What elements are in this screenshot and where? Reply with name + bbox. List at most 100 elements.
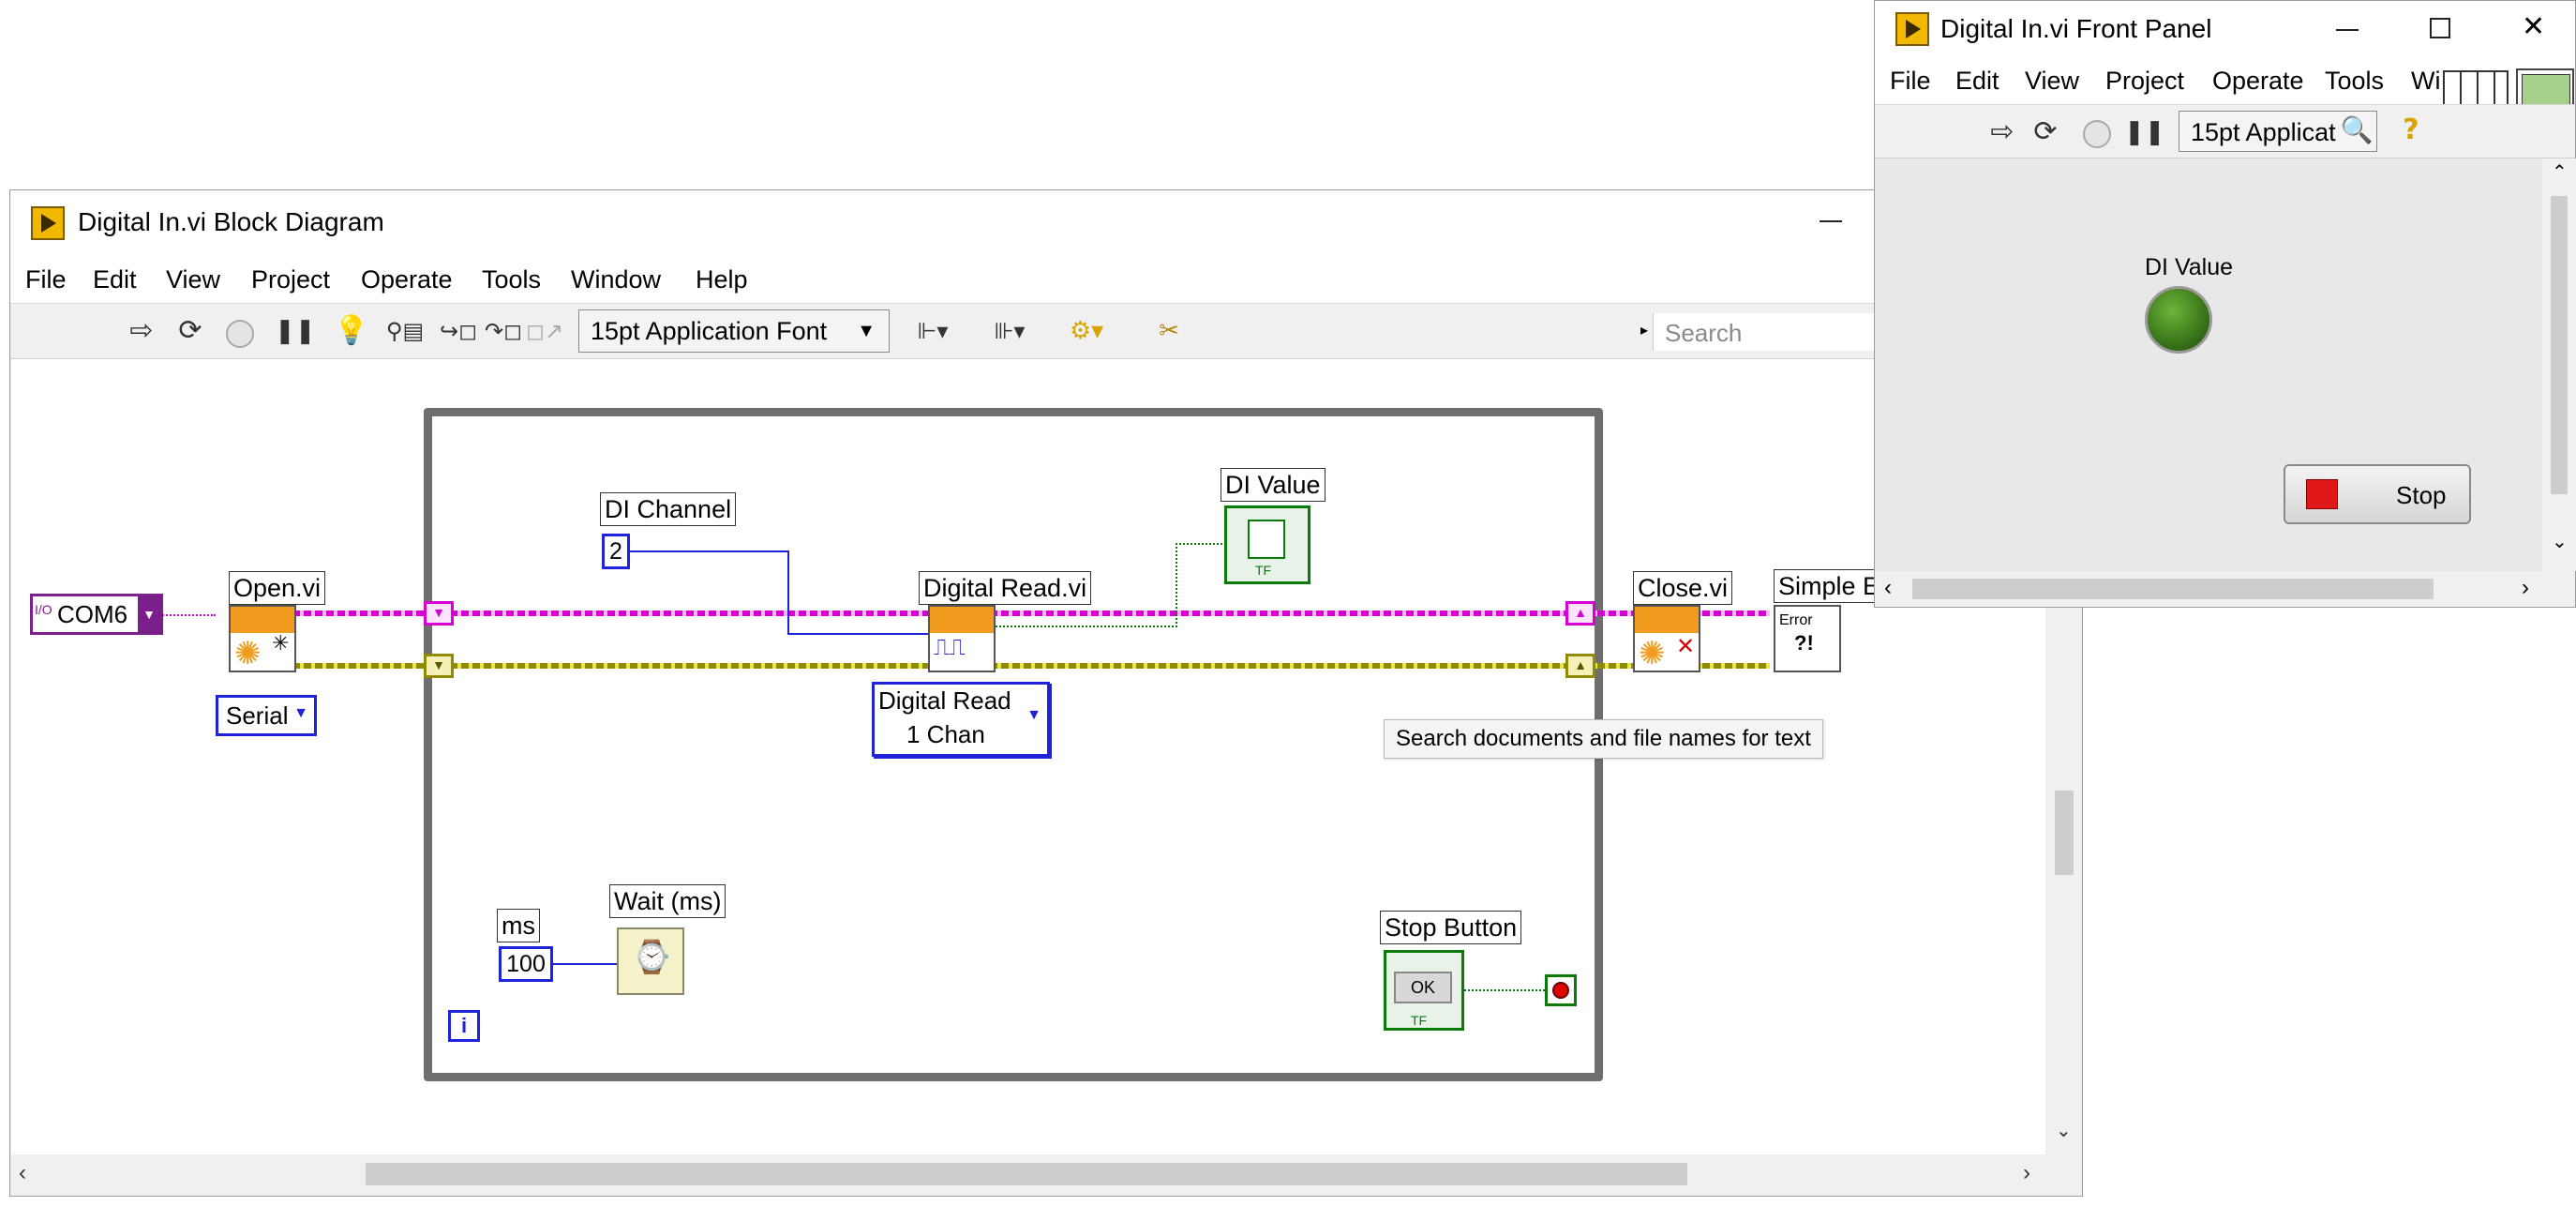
boolean-wire[interactable] <box>1176 543 1177 627</box>
block-diagram-canvas[interactable]: ▼ ▼ ▲ ▲ I/O COM6 ▼ Open.vi ✺ ✳ Serial ▼ … <box>11 359 2045 1154</box>
minimize-icon[interactable] <box>2336 29 2359 31</box>
menu-view[interactable]: View <box>2025 67 2079 96</box>
distribute-objects-icon[interactable]: ⊪▾ <box>981 313 1038 349</box>
font-dropdown-value: 15pt Application Font <box>591 317 828 345</box>
diagram-horizontal-scrollbar[interactable]: ‹ › <box>11 1154 2045 1194</box>
menu-tools[interactable]: Tools <box>482 265 541 294</box>
highlight-execution-icon[interactable]: 💡 <box>333 313 370 349</box>
front-panel-titlebar[interactable]: Digital In.vi Front Panel ✕ <box>1875 1 2575 57</box>
visa-resource-wire[interactable] <box>159 614 216 620</box>
run-arrow-icon[interactable]: ⇨ <box>1984 114 2021 150</box>
open-vi-node[interactable]: ✺ ✳ <box>229 605 296 672</box>
error-tunnel-out[interactable]: ▲ <box>1565 654 1595 678</box>
io-glyph-icon: I/O <box>35 602 52 617</box>
visa-tunnel-out[interactable]: ▲ <box>1565 601 1595 626</box>
stop-ok-label: OK <box>1410 978 1435 997</box>
menu-operate[interactable]: Operate <box>2212 67 2304 96</box>
boolean-wire[interactable] <box>1464 989 1545 991</box>
error-tunnel-in[interactable]: ▼ <box>424 654 454 678</box>
front-panel-vertical-scrollbar[interactable]: ⌃ ⌄ <box>2542 158 2576 571</box>
labview-logo-icon <box>1895 12 1929 46</box>
menu-window[interactable]: Wi <box>2411 67 2440 96</box>
stop-condition-icon <box>1552 982 1569 999</box>
menu-file[interactable]: File <box>1890 67 1931 96</box>
scroll-up-arrow-icon[interactable]: ⌃ <box>2552 160 2568 184</box>
step-over-icon[interactable]: ↷◻ <box>485 313 522 349</box>
wait-ms-node[interactable]: ⌚ <box>617 927 684 995</box>
digital-read-label: Digital Read.vi <box>919 571 1092 605</box>
menu-tools[interactable]: Tools <box>2325 67 2384 96</box>
align-objects-icon[interactable]: ⊩▾ <box>906 313 959 349</box>
run-arrow-icon[interactable]: ⇨ <box>123 313 160 349</box>
menu-window[interactable]: Window <box>571 265 661 294</box>
font-dropdown[interactable]: 15pt Application Font ▼ <box>578 309 890 353</box>
front-panel-toolbar: ⇨ ⟳ ❚❚ 15pt Applicat 🔍 ? <box>1875 104 2575 158</box>
pause-icon[interactable]: ❚❚ <box>2124 114 2165 150</box>
vertical-scroll-thumb[interactable] <box>2551 196 2568 494</box>
di-channel-constant[interactable]: 2 <box>602 534 630 569</box>
help-icon[interactable]: ? <box>2392 113 2430 148</box>
menu-file[interactable]: File <box>25 265 67 294</box>
numeric-wire[interactable] <box>630 550 789 552</box>
digital-read-node[interactable]: ⎍⎍ <box>928 605 996 672</box>
numeric-wire[interactable] <box>787 633 930 635</box>
front-panel-canvas[interactable]: DI Value Stop <box>1875 158 2542 571</box>
digital-read-mode-selector[interactable]: Digital Read 1 Chan ▼ <box>872 682 1050 757</box>
abort-icon[interactable] <box>2083 120 2111 148</box>
menu-help[interactable]: Help <box>696 265 748 294</box>
scroll-down-arrow-icon[interactable]: ⌄ <box>2056 1119 2072 1142</box>
loop-condition-terminal[interactable] <box>1545 974 1577 1006</box>
close-icon[interactable]: ✕ <box>2522 10 2545 43</box>
menu-view[interactable]: View <box>166 265 220 294</box>
maximize-icon[interactable] <box>2430 18 2450 38</box>
search-expand-icon[interactable]: ▸ <box>1640 321 1648 339</box>
search-icon[interactable]: 🔍 <box>2338 113 2375 148</box>
stop-button-terminal[interactable]: OK TF <box>1384 950 1464 1031</box>
horizontal-scroll-thumb[interactable] <box>1912 579 2434 599</box>
tf-glyph: TF <box>1255 563 1272 578</box>
ms-constant[interactable]: 100 <box>499 946 553 982</box>
cleanup-diagram-icon[interactable]: ✂ <box>1145 313 1193 349</box>
di-value-indicator[interactable]: TF <box>1224 505 1310 584</box>
scroll-left-arrow-icon[interactable]: ‹ <box>19 1160 26 1186</box>
menu-edit[interactable]: Edit <box>1955 67 1999 96</box>
reorder-icon[interactable]: ⚙▾ <box>1058 313 1115 349</box>
horizontal-scroll-thumb[interactable] <box>366 1163 1687 1185</box>
run-continuously-icon[interactable]: ⟳ <box>172 313 209 349</box>
run-continuously-icon[interactable]: ⟳ <box>2027 114 2064 150</box>
front-panel-title: Digital In.vi Front Panel <box>1940 14 2212 43</box>
abort-icon[interactable] <box>226 320 254 348</box>
serial-selector[interactable]: Serial ▼ <box>216 695 317 736</box>
watch-icon: ⌚ <box>632 940 672 975</box>
scroll-left-arrow-icon[interactable]: ‹ <box>1884 575 1892 601</box>
iteration-terminal[interactable]: i <box>448 1010 480 1042</box>
menu-operate[interactable]: Operate <box>361 265 453 294</box>
stop-button-label: Stop <box>2396 481 2447 509</box>
vertical-scroll-thumb[interactable] <box>2055 791 2074 875</box>
retain-wire-values-icon[interactable]: ⚲▤ <box>383 313 427 349</box>
labview-logo-icon <box>31 206 65 240</box>
scroll-right-arrow-icon[interactable]: › <box>2023 1160 2030 1186</box>
block-diagram-titlebar[interactable]: Digital In.vi Block Diagram <box>10 190 2082 256</box>
menu-edit[interactable]: Edit <box>93 265 137 294</box>
close-vi-node[interactable]: ✺ ✕ <box>1633 605 1700 672</box>
chevron-down-icon: ▼ <box>857 321 876 341</box>
menu-project[interactable]: Project <box>251 265 330 294</box>
numeric-wire[interactable] <box>553 963 619 965</box>
numeric-wire[interactable] <box>787 550 789 635</box>
step-out-icon[interactable]: ◻↗ <box>526 313 563 349</box>
visa-dropdown-button[interactable]: ▼ <box>138 596 160 632</box>
minimize-icon[interactable] <box>1820 220 1842 222</box>
front-panel-horizontal-scrollbar[interactable]: ‹ › <box>1875 571 2542 607</box>
boolean-wire[interactable] <box>996 626 1177 627</box>
simple-error-handler-node[interactable]: Error ?! <box>1774 605 1841 672</box>
visa-resource-constant[interactable]: I/O COM6 ▼ <box>30 594 163 635</box>
step-into-icon[interactable]: ↪◻ <box>438 313 479 349</box>
stop-ok-button-glyph: OK <box>1394 972 1452 1003</box>
scroll-down-arrow-icon[interactable]: ⌄ <box>2552 530 2568 553</box>
stop-button[interactable]: Stop <box>2284 464 2471 524</box>
scroll-right-arrow-icon[interactable]: › <box>2522 575 2529 601</box>
pause-icon[interactable]: ❚❚ <box>275 313 316 349</box>
menu-project[interactable]: Project <box>2105 67 2184 96</box>
visa-tunnel-in[interactable]: ▼ <box>424 601 454 626</box>
